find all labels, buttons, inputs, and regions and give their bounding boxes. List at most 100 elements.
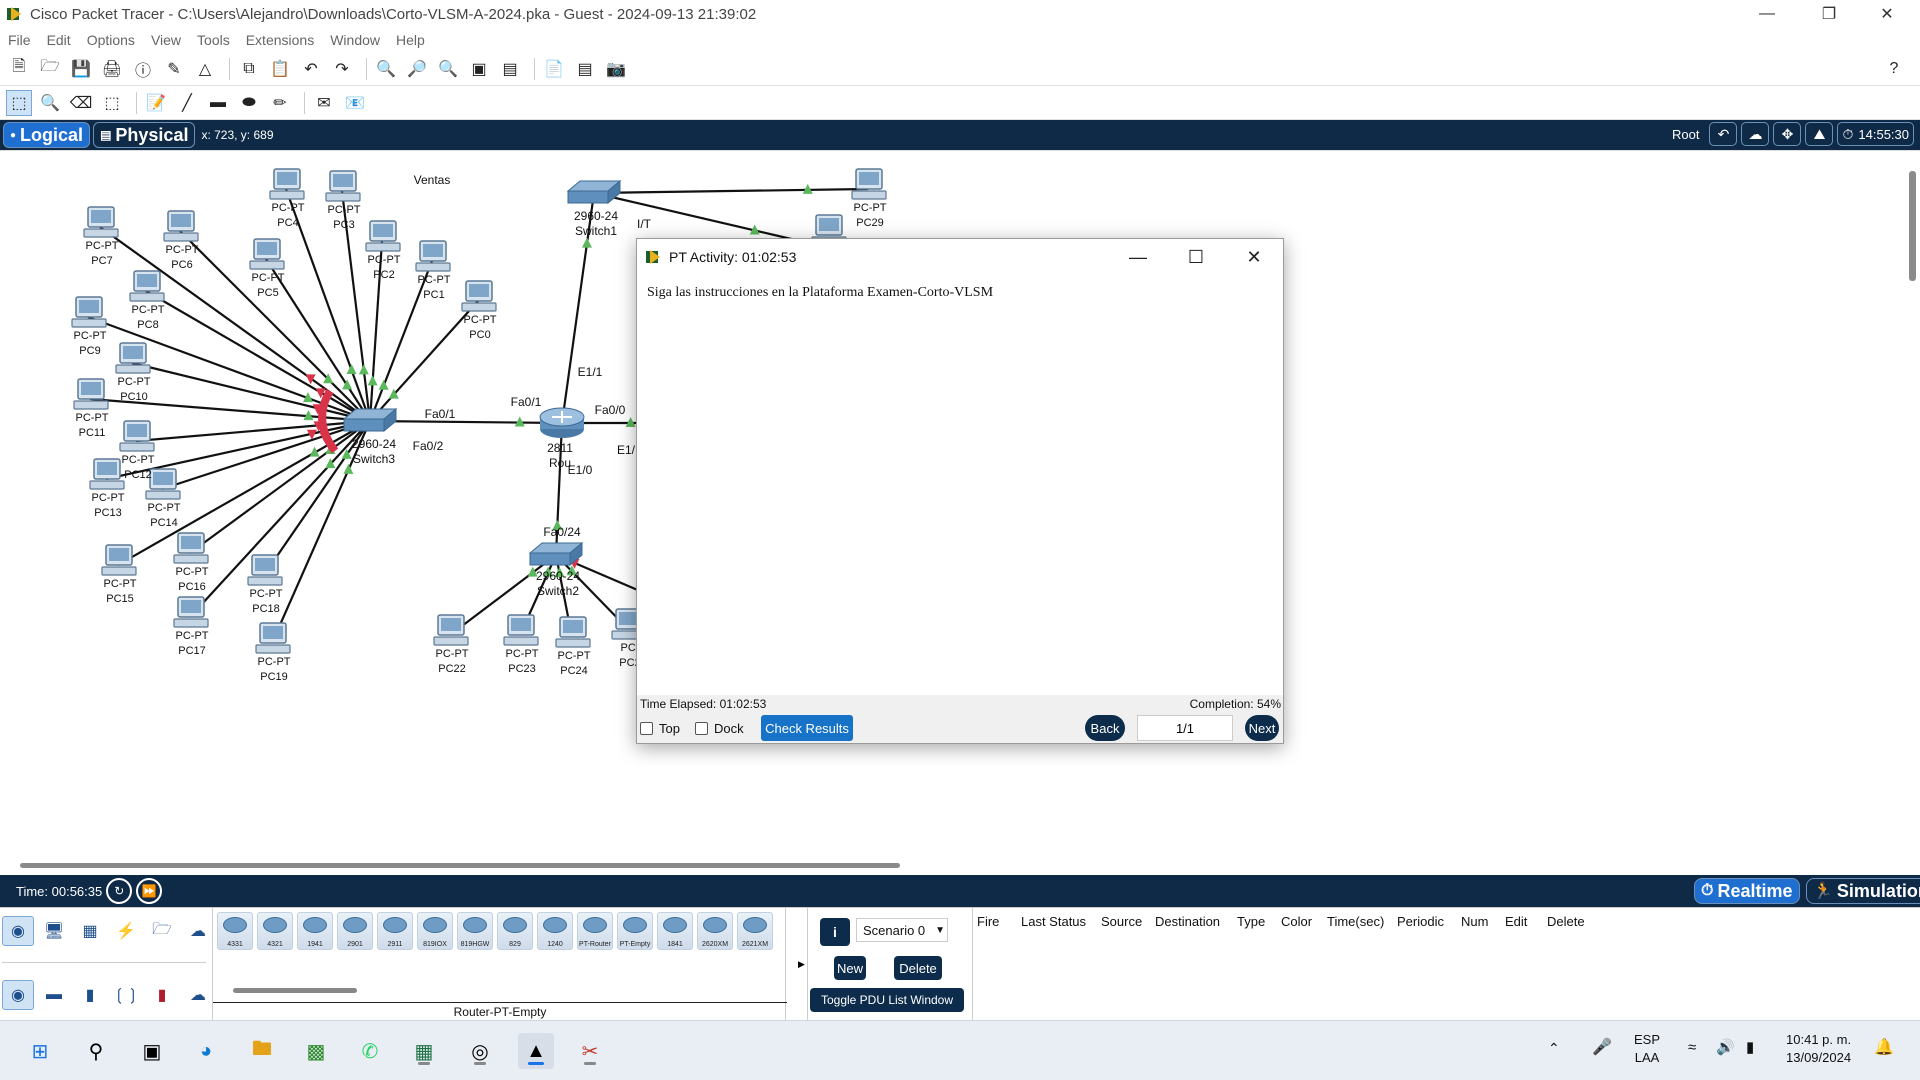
device-model-tile[interactable]: 2620XM: [697, 912, 733, 950]
whatsapp-icon[interactable]: ✆: [352, 1033, 388, 1069]
resize-icon[interactable]: ⬚: [99, 90, 125, 116]
zoom-out-icon[interactable]: 🔍: [435, 56, 461, 82]
menu-view[interactable]: View: [151, 32, 181, 48]
inspect-icon[interactable]: 🔍: [37, 90, 63, 116]
device-model-tile[interactable]: 1841: [657, 912, 693, 950]
top-checkbox-box[interactable]: [640, 722, 653, 735]
hubs-icon[interactable]: ▮: [74, 980, 106, 1010]
horizontal-scrollbar[interactable]: [20, 863, 900, 868]
device-model-tile[interactable]: PT-Empty: [617, 912, 653, 950]
notification-bell-icon[interactable]: 🔔: [1874, 1039, 1894, 1057]
zoom-in-icon[interactable]: 🔍: [373, 56, 399, 82]
packet-tracer-taskbar-icon[interactable]: ▲: [518, 1033, 554, 1069]
toggle-pdu-list-button[interactable]: Toggle PDU List Window: [810, 988, 964, 1012]
start-windows-icon[interactable]: ⊞: [22, 1033, 58, 1069]
device-model-tile[interactable]: 819IOX: [417, 912, 453, 950]
dock-checkbox[interactable]: Dock: [695, 721, 744, 736]
ellipse-icon[interactable]: ⬬: [236, 90, 262, 116]
open-icon[interactable]: 🗁: [37, 56, 63, 82]
restore-button[interactable]: ❐: [1806, 0, 1852, 28]
components-icon[interactable]: ▦: [74, 916, 106, 946]
wan-emulation-icon[interactable]: ☁: [182, 980, 214, 1010]
edge-browser-icon[interactable]: ◕: [188, 1033, 224, 1069]
dock-checkbox-box[interactable]: [695, 722, 708, 735]
device-model-tile[interactable]: 1941: [297, 912, 333, 950]
dialog-close-button[interactable]: ✕: [1225, 239, 1283, 275]
background-image-icon[interactable]: ⛰: [1805, 122, 1834, 146]
select-icon[interactable]: ⬚: [6, 89, 32, 116]
wifi-icon[interactable]: ≈: [1688, 1039, 1696, 1057]
connections-icon[interactable]: ⚡: [110, 916, 142, 946]
task-view-icon[interactable]: ▣: [134, 1033, 170, 1069]
help-icon[interactable]: ?: [1881, 56, 1907, 82]
search-icon[interactable]: ⚲: [78, 1033, 114, 1069]
menu-edit[interactable]: Edit: [47, 32, 71, 48]
custom-device-icon[interactable]: ▤: [497, 56, 523, 82]
document-icon[interactable]: 📄: [541, 56, 567, 82]
language-indicator[interactable]: ESP LAA: [1634, 1031, 1660, 1067]
snipping-tool-icon[interactable]: ✂: [572, 1033, 608, 1069]
security-icon[interactable]: ▮: [146, 980, 178, 1010]
device-model-tile[interactable]: 2911: [377, 912, 413, 950]
paste-icon[interactable]: 📋: [267, 56, 293, 82]
drawing-palette-icon[interactable]: ▣: [466, 56, 492, 82]
menu-tools[interactable]: Tools: [197, 32, 230, 48]
dialog-maximize-button[interactable]: ☐: [1167, 239, 1225, 275]
delete-icon[interactable]: ⌫: [68, 90, 94, 116]
network-info-icon[interactable]: ✎: [161, 56, 187, 82]
line-icon[interactable]: ╱: [174, 90, 200, 116]
chevron-up-icon[interactable]: ⌃: [1548, 1039, 1560, 1057]
fast-forward-icon[interactable]: ⏩: [136, 878, 163, 904]
activity-wizard-icon[interactable]: △: [192, 56, 218, 82]
file-explorer-icon[interactable]: 🖿: [244, 1033, 280, 1069]
excel-icon[interactable]: ▦: [406, 1033, 442, 1069]
next-button[interactable]: Next: [1245, 715, 1279, 741]
complex-pdu-icon[interactable]: 📧: [342, 90, 368, 116]
check-results-button[interactable]: Check Results: [761, 715, 853, 741]
menu-help[interactable]: Help: [396, 32, 425, 48]
back-button[interactable]: Back: [1085, 715, 1125, 741]
microphone-icon[interactable]: 🎤: [1592, 1039, 1612, 1057]
cluster-cloud-icon[interactable]: ☁: [1741, 122, 1770, 146]
device-model-tile[interactable]: 4331: [217, 912, 253, 950]
menu-extensions[interactable]: Extensions: [246, 32, 314, 48]
switches-icon[interactable]: ▬: [38, 980, 70, 1010]
move-object-icon[interactable]: ✥: [1773, 122, 1802, 146]
miscellaneous-icon[interactable]: 🗁: [146, 916, 178, 946]
battery-icon[interactable]: ▮: [1746, 1039, 1754, 1057]
tray-clock[interactable]: 10:41 p. m. 13/09/2024: [1786, 1031, 1851, 1067]
note-icon[interactable]: 📝: [143, 90, 169, 116]
scenario-info-icon[interactable]: i: [820, 918, 850, 946]
dialog-minimize-button[interactable]: —: [1109, 239, 1167, 275]
multiuser-icon[interactable]: ☁: [182, 916, 214, 946]
chrome-icon[interactable]: ◎: [462, 1033, 498, 1069]
device-model-tile[interactable]: PT-Router: [577, 912, 613, 950]
wireless-icon[interactable]: ❲❳: [110, 980, 142, 1010]
network-devices-icon[interactable]: ◉: [2, 916, 34, 946]
rectangle-icon[interactable]: ▬: [205, 90, 231, 116]
back-arrow-icon[interactable]: ↶: [1709, 122, 1738, 146]
zoom-reset-icon[interactable]: 🔎: [404, 56, 430, 82]
device-model-tile[interactable]: 819HGW: [457, 912, 493, 950]
models-scrollbar[interactable]: [233, 988, 357, 993]
simulation-mode-button[interactable]: 🏃 Simulation: [1806, 878, 1920, 904]
new-scenario-button[interactable]: New: [834, 956, 866, 980]
info-icon[interactable]: ⓘ: [130, 56, 156, 82]
redo-icon[interactable]: ↷: [329, 56, 355, 82]
scenario-select[interactable]: Scenario 0 ▼: [856, 918, 948, 942]
routers-icon[interactable]: ◉: [2, 980, 34, 1010]
menu-options[interactable]: Options: [87, 32, 135, 48]
delete-scenario-button[interactable]: Delete: [894, 956, 942, 980]
device-model-tile[interactable]: 1240: [537, 912, 573, 950]
realtime-mode-button[interactable]: ⏱ Realtime: [1694, 878, 1800, 904]
undo-icon[interactable]: ↶: [298, 56, 324, 82]
menu-file[interactable]: File: [8, 32, 31, 48]
print-icon[interactable]: 🖨: [99, 56, 125, 82]
device-model-tile[interactable]: 829: [497, 912, 533, 950]
screenshot-icon[interactable]: 📷: [603, 56, 629, 82]
copy-icon[interactable]: ⧉: [236, 56, 262, 82]
new-icon[interactable]: 🗎: [6, 56, 32, 82]
tab-physical[interactable]: ▤ Physical: [93, 122, 196, 148]
device-model-tile[interactable]: 4321: [257, 912, 293, 950]
menu-window[interactable]: Window: [330, 32, 380, 48]
